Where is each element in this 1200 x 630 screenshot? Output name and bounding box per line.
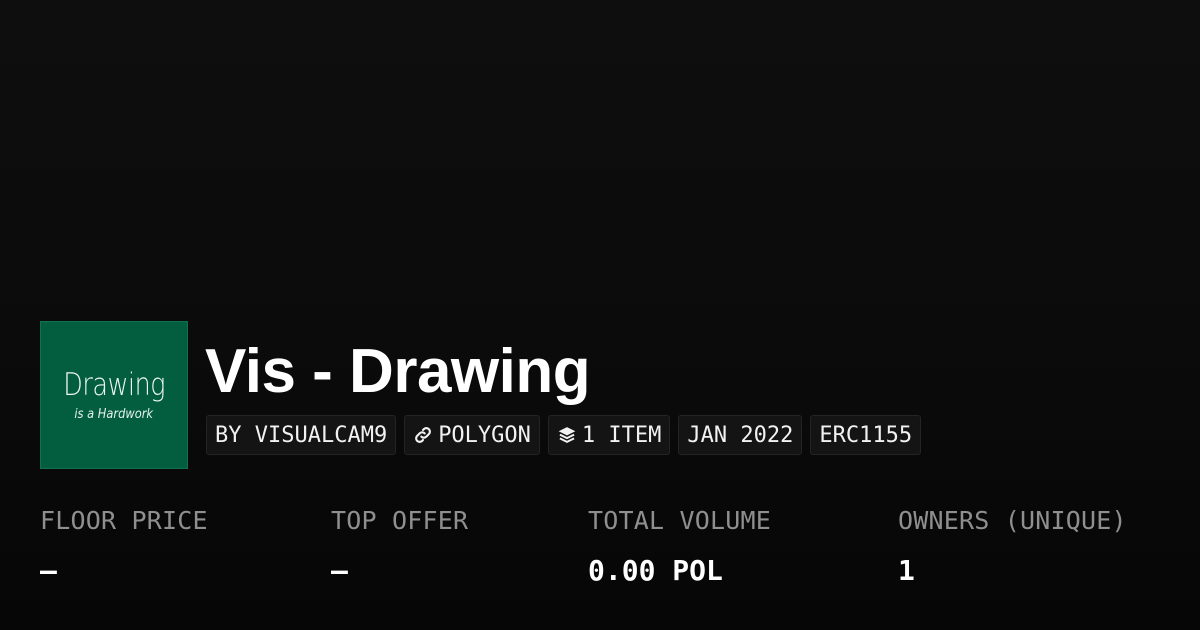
floor-price-label: FLOOR PRICE <box>40 506 208 535</box>
token-standard-tag: ERC1155 <box>810 415 922 455</box>
top-offer-value: — <box>331 554 348 587</box>
chain-link-icon <box>413 425 433 445</box>
thumbnail-subtitle: is a Hardwork <box>74 406 154 422</box>
date-tag-label: JAN 2022 <box>687 422 794 448</box>
floor-price-value: — <box>40 554 57 587</box>
owners-label: OWNERS (UNIQUE) <box>898 506 1127 535</box>
owners-value: 1 <box>898 554 915 587</box>
total-volume-label: TOTAL VOLUME <box>588 506 772 535</box>
stat-top-offer: TOP OFFER — <box>331 505 468 589</box>
stat-owners: OWNERS (UNIQUE) 1 <box>898 505 1127 589</box>
collection-title: Vis - Drawing <box>205 337 591 406</box>
layers-icon <box>557 425 577 445</box>
stat-total-volume: TOTAL VOLUME 0.00 POL <box>588 505 771 589</box>
stat-floor-price: FLOOR PRICE — <box>40 505 208 589</box>
items-tag-label: 1 ITEM <box>581 422 662 448</box>
chain-tag: POLYGON <box>404 415 540 455</box>
collection-thumbnail: Drawing is a Hardwork <box>40 321 188 469</box>
collection-tags: BY VISUALCAM9 POLYGON 1 ITEM JAN 2022 ER… <box>206 415 922 455</box>
creator-tag[interactable]: BY VISUALCAM9 <box>206 415 397 455</box>
token-standard-label: ERC1155 <box>819 422 913 448</box>
date-tag: JAN 2022 <box>678 415 803 455</box>
total-volume-value: 0.00 POL <box>588 554 723 587</box>
creator-tag-label: BY VISUALCAM9 <box>215 422 388 448</box>
items-tag: 1 ITEM <box>547 415 671 455</box>
chain-tag-label: POLYGON <box>438 422 531 448</box>
thumbnail-title: Drawing <box>63 366 165 403</box>
top-offer-label: TOP OFFER <box>331 506 469 535</box>
